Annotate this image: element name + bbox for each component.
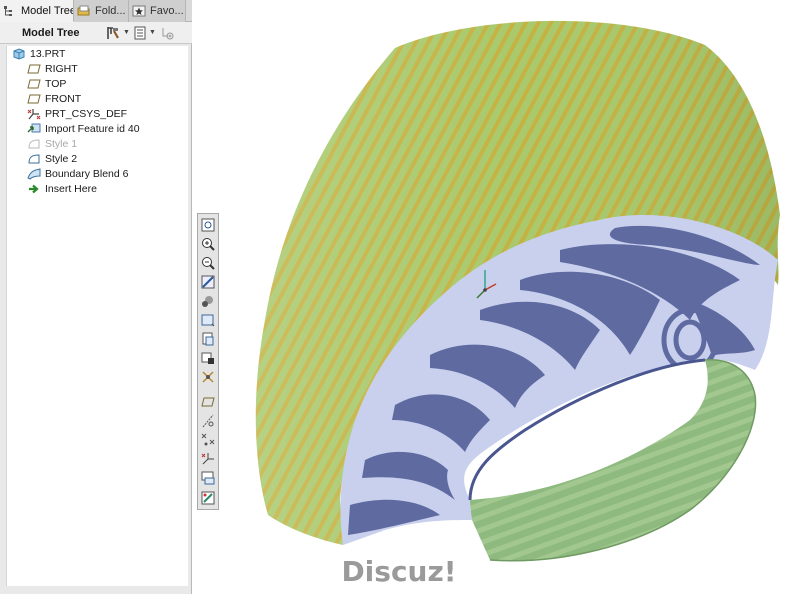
tree-item-label: 13.PRT <box>30 47 66 60</box>
view-toolbar <box>197 213 219 510</box>
import-feature-icon <box>27 123 41 132</box>
model-tree-icon <box>4 5 12 16</box>
tree-item-label: Import Feature id 40 <box>45 122 140 135</box>
tree-item-label: FRONT <box>45 92 82 105</box>
perspective-icon[interactable] <box>200 350 216 366</box>
app-window: Model Tree Fold... Favo... Model Tree ▼ … <box>0 0 800 594</box>
3d-model-surface-icon[interactable] <box>193 0 800 594</box>
graphics-window[interactable] <box>193 0 800 594</box>
style-icon <box>28 153 40 163</box>
view-manager-icon[interactable] <box>200 331 216 347</box>
tree-filter-icon <box>162 27 174 39</box>
tab-label: Model Tree <box>21 4 74 17</box>
datum-plane-icon <box>27 94 41 103</box>
tree-columns-icon <box>134 26 146 39</box>
tab-folder-browser[interactable]: Fold... <box>74 0 129 22</box>
datum-plane-icon <box>27 64 41 73</box>
annotation-display-icon[interactable] <box>200 470 216 486</box>
favorites-icon <box>132 5 146 17</box>
model-tree: 13.PRT RIGHT TOP FRONT PRT_CSYS_DEF Impo… <box>6 46 188 586</box>
spin-center-icon[interactable] <box>200 369 216 385</box>
display-style-icon[interactable] <box>200 293 216 309</box>
watermark-text: Discuz! <box>335 549 463 594</box>
chevron-down-icon: ▼ <box>148 29 156 36</box>
saved-views-icon[interactable] <box>200 312 216 328</box>
insert-here-arrow-icon <box>29 184 39 193</box>
navigator-tab-strip: Model Tree Fold... Favo... <box>0 0 192 22</box>
zoom-fit-icon[interactable] <box>200 217 216 233</box>
csys-icon <box>27 108 41 119</box>
zoom-in-icon[interactable] <box>200 236 216 252</box>
tree-settings-button[interactable]: ▼ <box>105 24 130 42</box>
tree-columns-button[interactable]: ▼ <box>133 24 156 42</box>
tree-item-front-plane[interactable]: FRONT <box>27 91 81 106</box>
tree-item-part[interactable]: 13.PRT <box>12 46 65 61</box>
chevron-down-icon: ▼ <box>123 29 130 36</box>
tree-item-label: Style 2 <box>45 152 78 165</box>
model-tree-header: Model Tree <box>22 26 80 39</box>
tab-label: Fold... <box>95 5 126 17</box>
tree-item-label: TOP <box>45 77 67 90</box>
tree-item-boundary-blend[interactable]: Boundary Blend 6 <box>27 166 128 181</box>
tree-item-style-1[interactable]: Style 1 <box>27 136 77 151</box>
tree-item-insert-here[interactable]: Insert Here <box>27 181 97 196</box>
datum-planes-icon[interactable] <box>200 394 216 410</box>
tree-item-csys[interactable]: PRT_CSYS_DEF <box>27 106 127 121</box>
tree-filter-button[interactable] <box>159 24 175 42</box>
datum-axes-icon[interactable] <box>200 413 216 429</box>
tree-item-label: Boundary Blend 6 <box>45 167 129 180</box>
appearance-icon[interactable] <box>200 490 216 506</box>
zoom-out-icon[interactable] <box>200 255 216 271</box>
tree-item-right-plane[interactable]: RIGHT <box>27 61 78 76</box>
csys-display-icon[interactable] <box>200 451 216 467</box>
tree-item-top-plane[interactable]: TOP <box>27 76 66 91</box>
tree-item-label: PRT_CSYS_DEF <box>45 107 128 120</box>
navigator-panel: Model Tree Fold... Favo... Model Tree ▼ … <box>0 0 192 594</box>
folder-icon <box>77 5 90 16</box>
tab-model-tree[interactable]: Model Tree <box>0 0 74 22</box>
tab-label: Favo... <box>150 5 184 17</box>
tree-item-import-feature[interactable]: Import Feature id 40 <box>27 121 140 136</box>
datum-points-icon[interactable] <box>200 432 216 448</box>
repaint-icon[interactable] <box>200 274 216 290</box>
style-icon <box>28 138 40 148</box>
tree-item-label: Insert Here <box>45 182 97 195</box>
tree-item-style-2[interactable]: Style 2 <box>27 151 77 166</box>
model-tree-toolbar: Model Tree ▼ ▼ <box>0 22 192 44</box>
tab-favorites[interactable]: Favo... <box>129 0 186 22</box>
tree-item-label: Style 1 <box>45 137 78 150</box>
boundary-blend-icon <box>27 167 41 180</box>
tree-item-label: RIGHT <box>45 62 78 75</box>
datum-plane-icon <box>27 79 41 88</box>
part-icon <box>13 47 25 60</box>
tree-settings-icon <box>107 26 119 39</box>
